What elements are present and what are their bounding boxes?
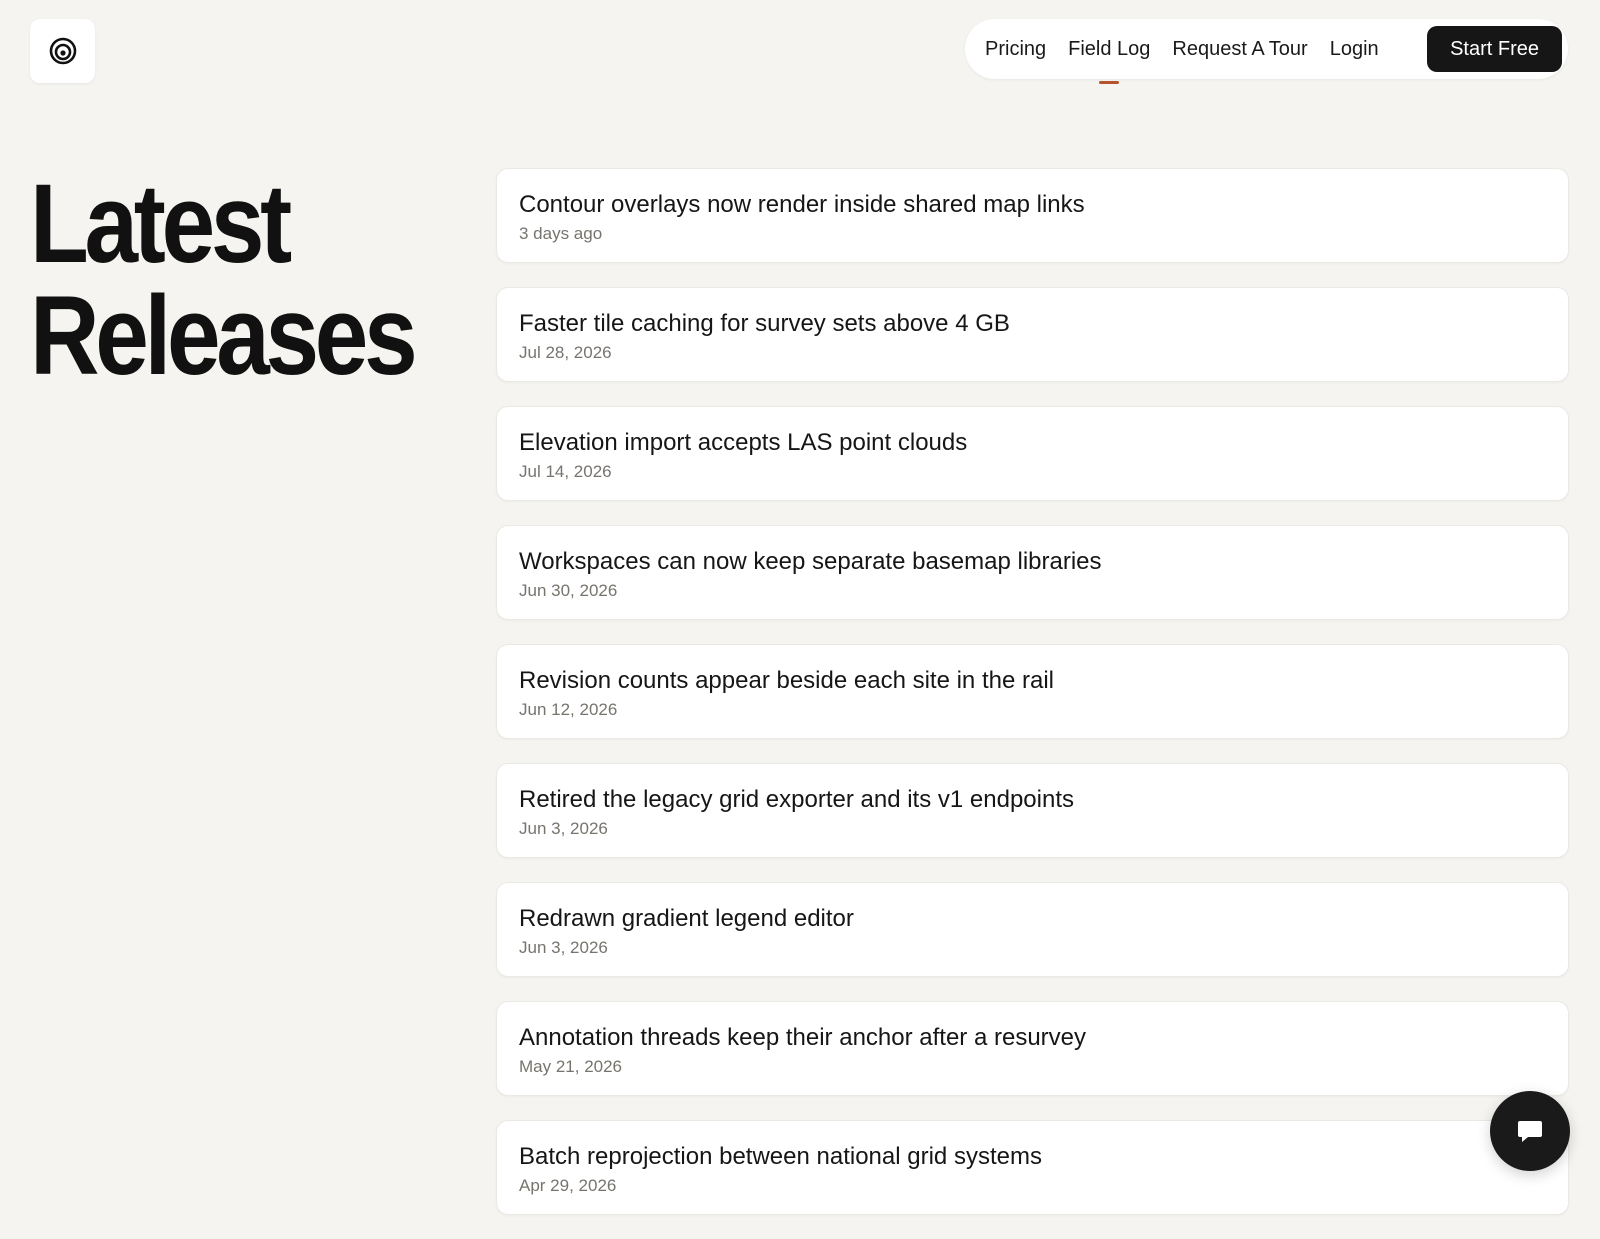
release-date: 3 days ago — [519, 224, 603, 243]
release-card[interactable]: Batch reprojection between national grid… — [496, 1120, 1569, 1215]
release-title: Faster tile caching for survey sets abov… — [519, 310, 1010, 337]
release-card[interactable]: Revision counts appear beside each site … — [496, 644, 1569, 739]
release-title: Revision counts appear beside each site … — [519, 667, 1054, 694]
page-title: Latest Releases — [30, 161, 418, 398]
chat-button[interactable] — [1490, 1091, 1570, 1171]
release-card[interactable]: Retired the legacy grid exporter and its… — [496, 763, 1569, 858]
start-free-button[interactable]: Start Free — [1427, 26, 1562, 72]
release-date: Jun 3, 2026 — [519, 938, 608, 957]
release-card[interactable]: Annotation threads keep their anchor aft… — [496, 1001, 1569, 1096]
release-title: Redrawn gradient legend editor — [519, 905, 854, 932]
nav-link-pricing[interactable]: Pricing — [985, 38, 1046, 61]
nav-link-field-log[interactable]: Field Log — [1068, 38, 1150, 61]
logo-button[interactable] — [30, 19, 95, 83]
page-title-line-2: Releases — [30, 273, 418, 398]
release-card[interactable]: Elevation import accepts LAS point cloud… — [496, 406, 1569, 501]
release-card[interactable]: Redrawn gradient legend editor Jun 3, 20… — [496, 882, 1569, 977]
release-card[interactable]: Faster tile caching for survey sets abov… — [496, 287, 1569, 382]
release-card[interactable]: Contour overlays now render inside share… — [496, 168, 1569, 263]
release-date: Apr 29, 2026 — [519, 1176, 617, 1195]
release-title: Workspaces can now keep separate basemap… — [519, 548, 1102, 575]
release-title: Batch reprojection between national grid… — [519, 1143, 1042, 1170]
release-date: Jun 12, 2026 — [519, 700, 618, 719]
release-date: Jun 3, 2026 — [519, 819, 608, 838]
page-title-line-1: Latest — [30, 161, 292, 286]
release-title: Annotation threads keep their anchor aft… — [519, 1024, 1086, 1051]
release-title: Contour overlays now render inside share… — [519, 191, 1085, 218]
release-date: Jul 14, 2026 — [519, 462, 612, 481]
release-card[interactable]: Workspaces can now keep separate basemap… — [496, 525, 1569, 620]
release-date: May 21, 2026 — [519, 1057, 623, 1076]
top-nav: Pricing Field Log Request A Tour Login S… — [965, 19, 1568, 79]
release-title: Elevation import accepts LAS point cloud… — [519, 429, 968, 456]
release-title: Retired the legacy grid exporter and its… — [519, 786, 1074, 813]
concentric-circles-icon — [49, 37, 76, 65]
release-date: Jun 30, 2026 — [519, 581, 618, 600]
chat-bubble-icon — [1518, 1121, 1542, 1142]
nav-link-login[interactable]: Login — [1330, 38, 1379, 61]
release-list: Contour overlays now render inside share… — [496, 168, 1569, 1239]
nav-link-request-a-tour[interactable]: Request A Tour — [1172, 38, 1307, 61]
release-date: Jul 28, 2026 — [519, 343, 612, 362]
